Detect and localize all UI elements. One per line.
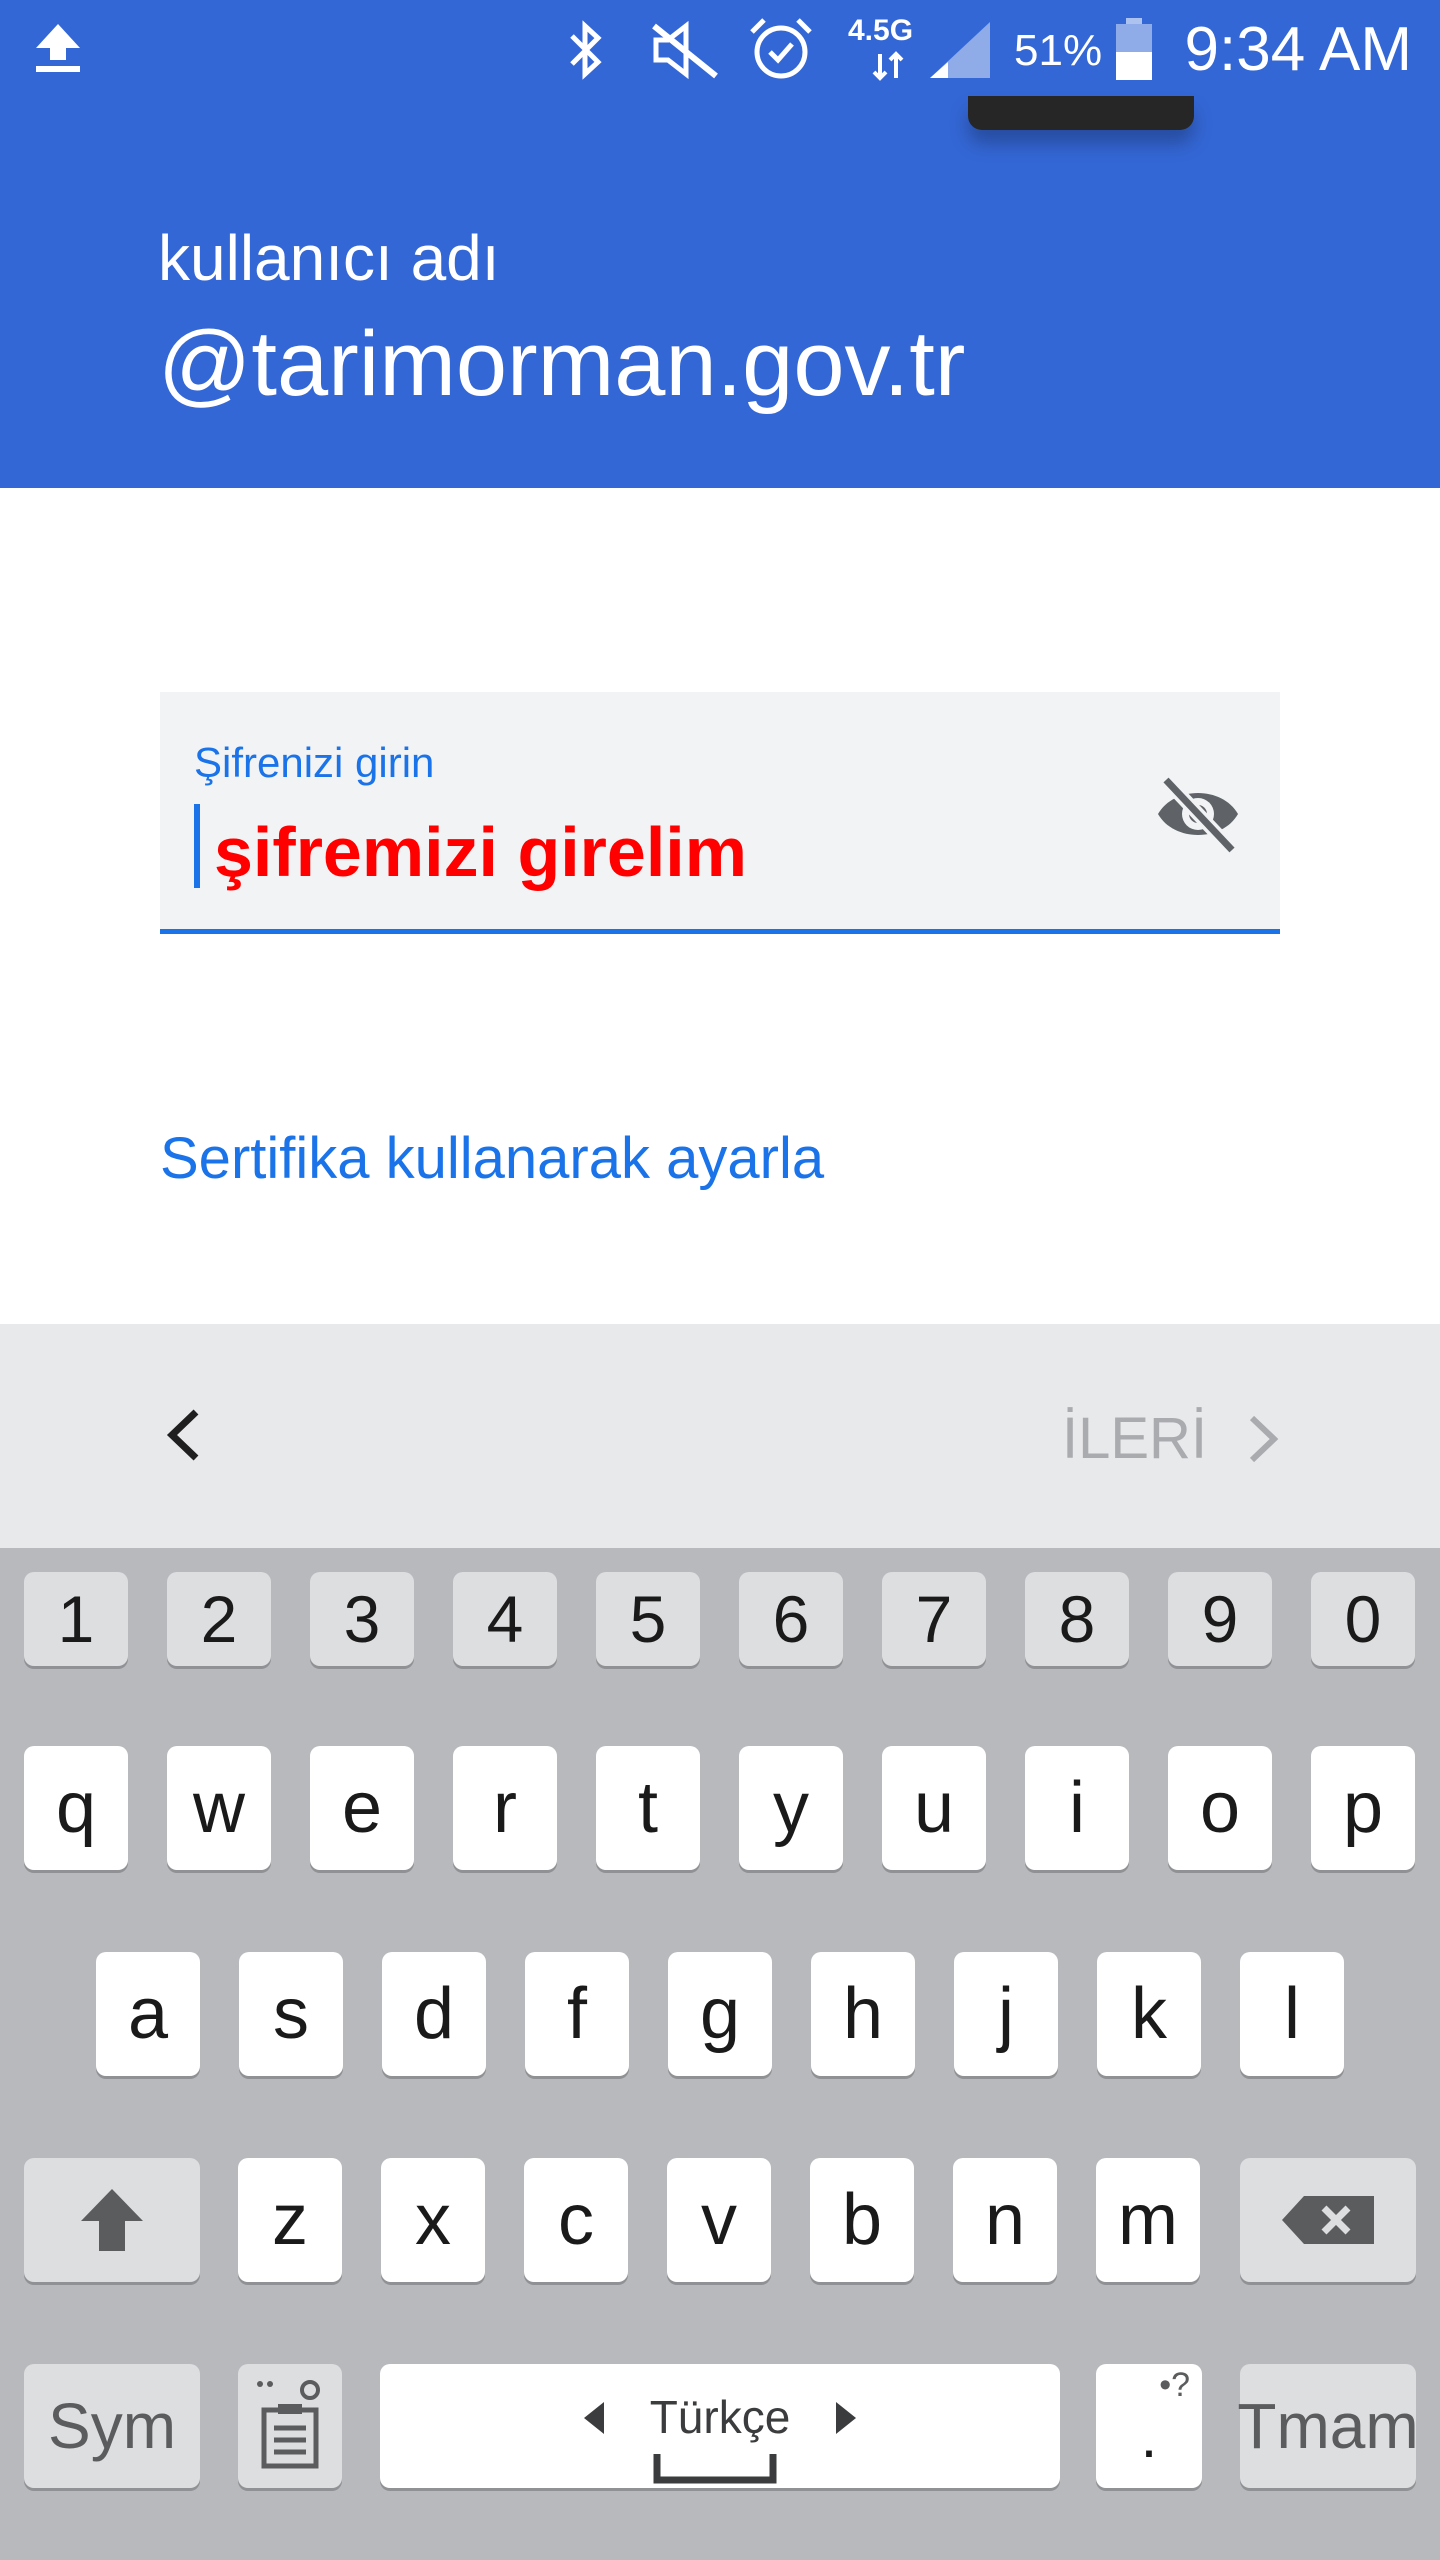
username-label: kullanıcı adı: [158, 222, 500, 294]
battery-icon: [1116, 18, 1152, 80]
key-a[interactable]: a: [96, 1952, 200, 2076]
next-button-label: İLERİ: [1062, 1406, 1208, 1471]
key-k[interactable]: k: [1097, 1952, 1201, 2076]
sym-key[interactable]: Sym: [24, 2364, 200, 2488]
key-3[interactable]: 3: [310, 1572, 414, 1666]
key-y[interactable]: y: [739, 1746, 843, 1870]
clipboard-settings-icon: [257, 2380, 320, 2469]
shift-icon: [81, 2189, 143, 2251]
key-o[interactable]: o: [1168, 1746, 1272, 1870]
key-x[interactable]: x: [381, 2158, 485, 2282]
account-header: 4.5G 51% 9:34 AM kullanıcı adı @tarimorm…: [0, 0, 1440, 488]
key-e[interactable]: e: [310, 1746, 414, 1870]
key-n[interactable]: n: [953, 2158, 1057, 2282]
eye-off-icon[interactable]: [1152, 772, 1244, 856]
key-j[interactable]: j: [954, 1952, 1058, 2076]
key-f[interactable]: f: [525, 1952, 629, 2076]
key-c[interactable]: c: [524, 2158, 628, 2282]
signal-icon: [930, 22, 990, 78]
backspace-key[interactable]: [1240, 2158, 1416, 2282]
status-bar: 4.5G 51% 9:34 AM: [0, 0, 1440, 100]
key-8[interactable]: 8: [1025, 1572, 1129, 1666]
upload-icon: [36, 24, 80, 72]
key-d[interactable]: d: [382, 1952, 486, 2076]
key-9[interactable]: 9: [1168, 1572, 1272, 1666]
key-u[interactable]: u: [882, 1746, 986, 1870]
key-6[interactable]: 6: [739, 1572, 843, 1666]
period-key-label: .: [1140, 2402, 1158, 2470]
chevron-left-icon[interactable]: [150, 1400, 220, 1470]
key-h[interactable]: h: [811, 1952, 915, 2076]
key-v[interactable]: v: [667, 2158, 771, 2282]
key-b[interactable]: b: [810, 2158, 914, 2282]
mute-icon: [652, 20, 718, 80]
key-m[interactable]: m: [1096, 2158, 1200, 2282]
key-r[interactable]: r: [453, 1746, 557, 1870]
account-domain: @tarimorman.gov.tr: [158, 313, 966, 415]
key-g[interactable]: g: [668, 1952, 772, 2076]
period-key-hint: •?: [1159, 2366, 1190, 2404]
text-cursor: [194, 804, 200, 888]
done-key[interactable]: Tmam: [1237, 2364, 1419, 2488]
certificate-setup-link[interactable]: Sertifika kullanarak ayarla: [160, 1126, 824, 1192]
soft-keyboard: 1234567890 qwertyuiop asdfghjkl zxcvbnm …: [0, 1548, 1440, 2560]
battery-percent: 51%: [1014, 26, 1103, 75]
password-input[interactable]: şifremizi girelim: [214, 812, 747, 892]
key-5[interactable]: 5: [596, 1572, 700, 1666]
device-illustration: [968, 96, 1194, 130]
key-2[interactable]: 2: [167, 1572, 271, 1666]
key-7[interactable]: 7: [882, 1572, 986, 1666]
key-p[interactable]: p: [1311, 1746, 1415, 1870]
next-button[interactable]: İLERİ: [1062, 1404, 1282, 1474]
key-0[interactable]: 0: [1311, 1572, 1415, 1666]
network-label: 4.5G: [848, 14, 914, 47]
clipboard-key[interactable]: [238, 2364, 342, 2488]
chevron-right-icon: [1249, 1415, 1278, 1463]
data-arrows-icon: [872, 51, 904, 81]
alarm-icon: [750, 18, 812, 79]
space-bar-icon: [653, 2454, 777, 2484]
shift-key[interactable]: [24, 2158, 200, 2282]
key-4[interactable]: 4: [453, 1572, 557, 1666]
period-key[interactable]: •? .: [1096, 2364, 1202, 2488]
password-field-label: Şifrenizi girin: [194, 739, 435, 786]
key-s[interactable]: s: [239, 1952, 343, 2076]
bluetooth-icon: [570, 20, 602, 80]
key-1[interactable]: 1: [24, 1572, 128, 1666]
language-next-icon: [836, 2402, 856, 2434]
space-key[interactable]: Türkçe: [380, 2364, 1060, 2488]
key-w[interactable]: w: [167, 1746, 271, 1870]
key-z[interactable]: z: [238, 2158, 342, 2282]
key-t[interactable]: t: [596, 1746, 700, 1870]
key-q[interactable]: q: [24, 1746, 128, 1870]
key-i[interactable]: i: [1025, 1746, 1129, 1870]
key-l[interactable]: l: [1240, 1952, 1344, 2076]
backspace-icon: [1282, 2196, 1374, 2244]
language-label: Türkçe: [649, 2391, 791, 2443]
clock: 9:34 AM: [1184, 15, 1412, 84]
